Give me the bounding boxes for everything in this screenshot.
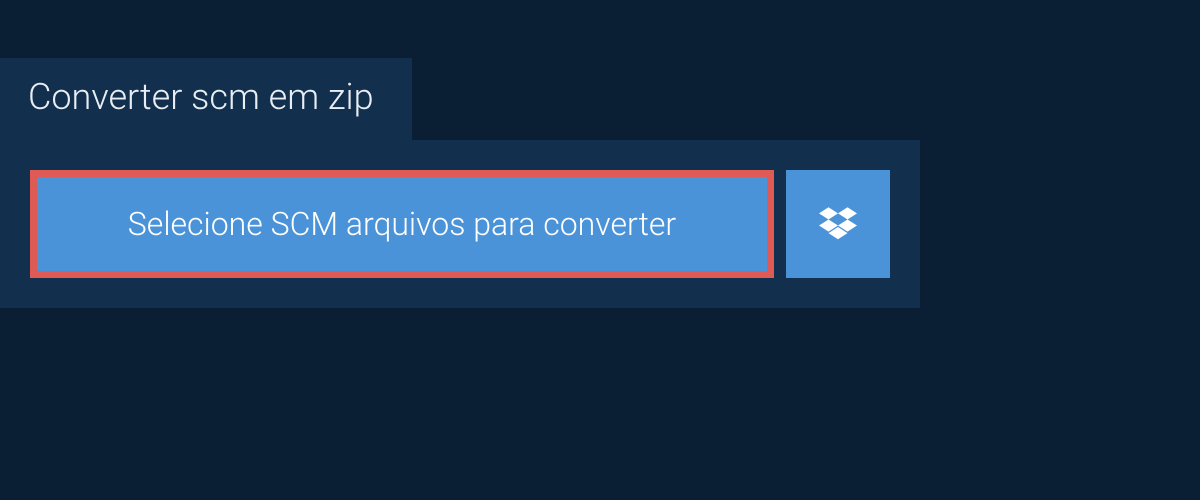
select-files-label: Selecione SCM arquivos para converter: [128, 205, 676, 243]
dropbox-button[interactable]: [786, 170, 890, 278]
converter-panel: Selecione SCM arquivos para converter: [0, 140, 920, 308]
tab-bar: Converter scm em zip: [0, 0, 1200, 140]
select-files-button[interactable]: Selecione SCM arquivos para converter: [30, 170, 774, 278]
tab-converter[interactable]: Converter scm em zip: [0, 58, 412, 140]
dropbox-icon: [819, 207, 857, 241]
button-row: Selecione SCM arquivos para converter: [30, 170, 890, 278]
tab-label: Converter scm em zip: [28, 76, 374, 118]
